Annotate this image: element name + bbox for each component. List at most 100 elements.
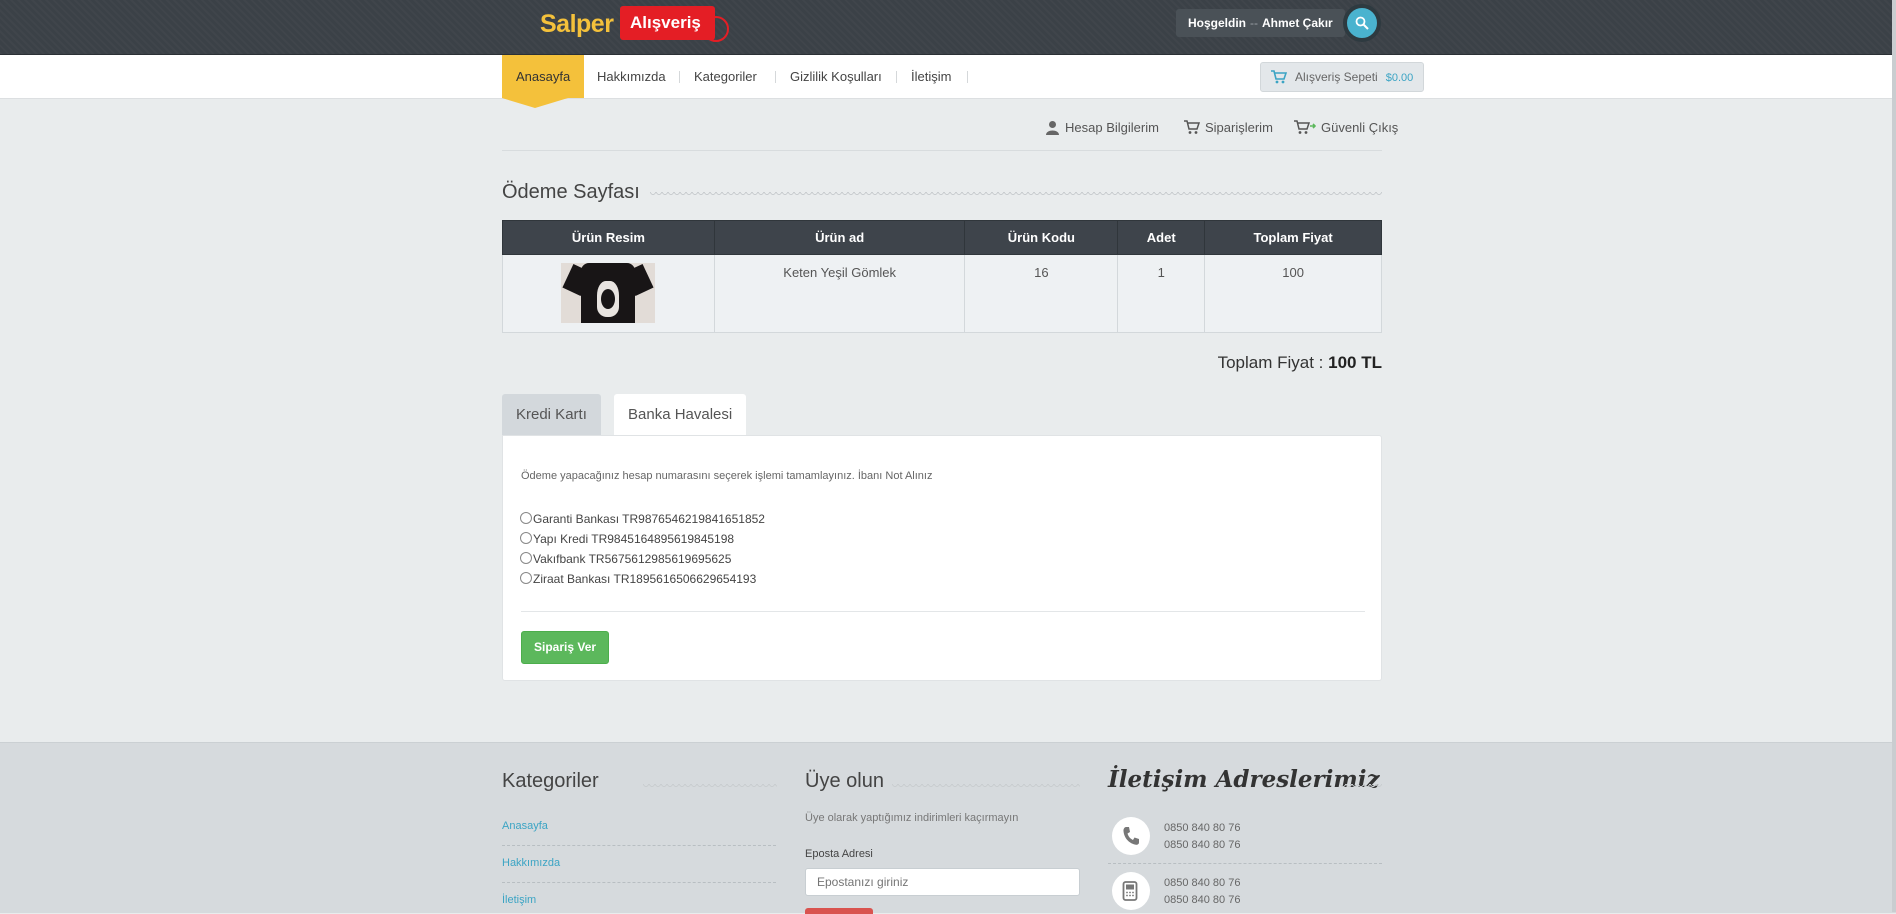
- footer-link-anasayfa[interactable]: Anasayfa: [502, 820, 548, 832]
- product-name: Keten Yeşil Gömlek: [783, 265, 897, 280]
- product-total-cell: 100: [1204, 254, 1382, 333]
- product-code: 16: [1034, 265, 1049, 280]
- main-nav: Anasayfa Hakkımızda Kategoriler Gizlilik…: [0, 55, 1896, 99]
- logo-tag: Alışveriş: [620, 6, 729, 42]
- bank-option-yapikredi[interactable]: Yapı Kredi TR9845164895619845198: [520, 532, 734, 546]
- logo-text: Salper: [540, 10, 614, 38]
- divider: [502, 845, 776, 846]
- radio-button[interactable]: [520, 572, 532, 584]
- search-icon: [1355, 16, 1369, 30]
- cart-icon: [1271, 70, 1288, 84]
- nav-divider: [896, 71, 897, 83]
- footer-link-hakkimizda[interactable]: Hakkımızda: [502, 857, 560, 869]
- footer-link-iletisim[interactable]: İletişim: [502, 894, 536, 906]
- bank-option-label: Vakıfbank TR5675612985619695625: [533, 552, 732, 566]
- bank-transfer-panel: Ödeme yapacağınız hesap numarasını seçer…: [502, 435, 1382, 681]
- email-input[interactable]: [805, 868, 1080, 896]
- bank-option-label: Garanti Bankası TR9876546219841651852: [533, 512, 765, 526]
- product-total: 100: [1282, 265, 1304, 280]
- mobile-number: 0850 840 80 76: [1164, 877, 1241, 889]
- product-qty: 1: [1157, 265, 1165, 280]
- mobile-number: 0850 840 80 76: [1164, 894, 1241, 906]
- column-header-name: Ürün ad: [713, 220, 966, 255]
- orders-label: Siparişlerim: [1205, 120, 1273, 135]
- bank-option-ziraat[interactable]: Ziraat Bankası TR1895616506629654193: [520, 572, 756, 586]
- nav-divider: [967, 71, 968, 83]
- product-name-cell: Keten Yeşil Gömlek: [713, 254, 966, 333]
- phone-icon: [1123, 827, 1139, 845]
- payment-instructions: Ödeme yapacağınız hesap numarasını seçer…: [521, 470, 933, 482]
- cart-button[interactable]: Alışveriş Sepeti $0.00: [1260, 62, 1425, 92]
- cart-label: Alışveriş Sepeti: [1295, 70, 1378, 84]
- table-row: Keten Yeşil Gömlek 16 1 100: [502, 254, 1382, 333]
- divider: [521, 611, 1365, 612]
- welcome-user-menu[interactable]: Hoşgeldin -- Ahmet Çakır: [1176, 9, 1345, 37]
- subscribe-button[interactable]: [805, 908, 873, 914]
- bank-option-label: Ziraat Bankası TR1895616506629654193: [533, 572, 757, 586]
- subscribe-text: Üye olarak yaptığımız indirimleri kaçırm…: [805, 812, 1019, 824]
- email-label: Eposta Adresi: [805, 848, 873, 860]
- cart-icon: [1184, 120, 1201, 134]
- nav-divider: [679, 71, 680, 83]
- mobile-phone-icon: [1122, 881, 1138, 901]
- nav-active-indicator: [502, 98, 568, 108]
- product-code-cell: 16: [964, 254, 1119, 333]
- column-header-code: Ürün Kodu: [964, 220, 1119, 255]
- welcome-prefix: Hoşgeldin: [1188, 16, 1247, 30]
- phone-number: 0850 840 80 76: [1164, 822, 1241, 834]
- title-decoration: [892, 784, 1080, 790]
- bank-option-garanti[interactable]: Garanti Bankası TR9876546219841651852: [520, 512, 765, 526]
- table-header-row: Ürün Resim Ürün ad Ürün Kodu Adet Toplam…: [502, 220, 1382, 255]
- footer-categories-title: Kategoriler: [502, 770, 599, 792]
- orders-link[interactable]: Siparişlerim: [1184, 120, 1273, 135]
- welcome-separator: --: [1250, 16, 1259, 30]
- radio-button[interactable]: [520, 552, 532, 564]
- title-decoration: [1340, 784, 1382, 790]
- column-header-qty: Adet: [1117, 220, 1206, 255]
- product-image[interactable]: [561, 263, 656, 323]
- order-total-label: Toplam Fiyat :: [1217, 353, 1324, 372]
- column-header-total: Toplam Fiyat: [1204, 220, 1382, 255]
- cart-total: $0.00: [1385, 72, 1414, 84]
- user-icon: [1046, 121, 1059, 135]
- radio-button[interactable]: [520, 532, 532, 544]
- divider: [502, 150, 1382, 151]
- order-total-value: 100 TL: [1328, 353, 1382, 372]
- mobile-badge: [1112, 872, 1150, 910]
- page-scrollbar[interactable]: [1892, 0, 1896, 912]
- tab-bank-transfer[interactable]: Banka Havalesi: [614, 394, 747, 435]
- phone-badge: [1112, 817, 1150, 855]
- title-decoration: [643, 784, 777, 790]
- user-name: Ahmet Çakır: [1262, 16, 1333, 30]
- product-qty-cell: 1: [1117, 254, 1206, 333]
- footer-subscribe-title: Üye olun: [805, 770, 884, 792]
- account-info-label: Hesap Bilgilerim: [1065, 120, 1159, 135]
- bank-option-vakifbank[interactable]: Vakıfbank TR5675612985619695625: [520, 552, 731, 566]
- account-info-link[interactable]: Hesap Bilgilerim: [1045, 120, 1159, 135]
- nav-divider: [775, 71, 776, 83]
- divider: [1108, 863, 1382, 864]
- phone-number: 0850 840 80 76: [1164, 839, 1241, 851]
- nav-item-anasayfa[interactable]: Anasayfa: [502, 55, 585, 98]
- bank-option-label: Yapı Kredi TR9845164895619845198: [533, 532, 735, 546]
- search-button[interactable]: [1343, 4, 1381, 42]
- column-header-image: Ürün Resim: [502, 220, 715, 255]
- top-bar: Salper Alışveriş Hoşgeldin -- Ahmet Çakır: [0, 0, 1896, 55]
- order-table: Ürün Resim Ürün ad Ürün Kodu Adet Toplam…: [502, 220, 1382, 333]
- divider: [502, 882, 776, 883]
- page-title: Ödeme Sayfası: [502, 181, 640, 203]
- place-order-button[interactable]: Sipariş Ver: [521, 631, 610, 664]
- nav-item-kategoriler[interactable]: Kategoriler: [694, 55, 757, 98]
- tab-credit-card[interactable]: Kredi Kartı: [502, 394, 601, 435]
- nav-item-iletisim[interactable]: İletişim: [911, 55, 951, 98]
- product-image-cell: [502, 254, 715, 333]
- logout-link[interactable]: Güvenli Çıkış: [1294, 120, 1398, 135]
- nav-item-gizlilik[interactable]: Gizlilik Koşulları: [790, 55, 882, 98]
- cart-exit-icon: [1294, 120, 1317, 134]
- nav-item-hakkimizda[interactable]: Hakkımızda: [597, 55, 666, 98]
- logout-label: Güvenli Çıkış: [1321, 120, 1399, 135]
- footer-contact-title: İletişim Adreslerimiz: [1108, 766, 1380, 793]
- order-total: Toplam Fiyat : 100 TL: [1218, 353, 1382, 373]
- title-decoration: [650, 192, 1382, 198]
- radio-button[interactable]: [520, 512, 532, 524]
